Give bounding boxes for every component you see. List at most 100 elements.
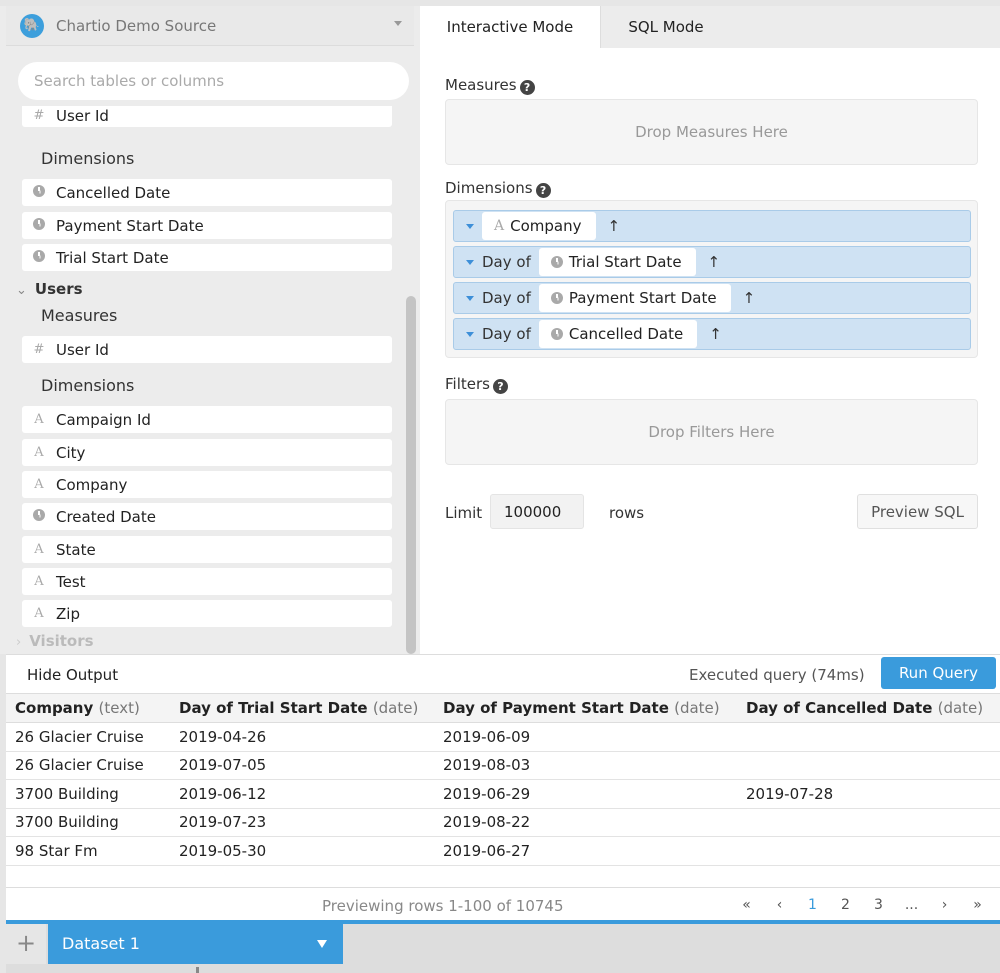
sort-ascending-icon[interactable]: ↑ xyxy=(743,289,756,307)
table-row: 3700 Building 2019-06-12 2019-06-29 2019… xyxy=(6,779,1000,809)
caret-down-icon[interactable] xyxy=(317,940,327,948)
date-granularity[interactable]: Day of xyxy=(482,325,531,343)
dimension-trial-start-date[interactable]: Day of Trial Start Date ↑ xyxy=(453,246,971,278)
dimensions-heading: Dimensions? xyxy=(445,179,551,198)
help-icon[interactable]: ? xyxy=(519,80,535,95)
table-row: 26 Glacier Cruise 2019-07-05 2019-08-03 xyxy=(6,751,1000,780)
add-dataset-button[interactable]: + xyxy=(6,924,46,964)
field-test[interactable]: A Test xyxy=(22,568,392,595)
dimension-field: Cancelled Date xyxy=(568,325,684,343)
field-label: Payment Start Date xyxy=(56,216,204,235)
tab-sql-mode[interactable]: SQL Mode xyxy=(601,6,731,48)
dimensions-title: Dimensions xyxy=(445,179,533,197)
date-granularity[interactable]: Day of xyxy=(482,253,531,271)
table-cell: 26 Glacier Cruise xyxy=(6,751,170,780)
field-cancelled-date[interactable]: Cancelled Date xyxy=(22,179,392,206)
last-page-button[interactable]: » xyxy=(961,897,994,913)
limit-input[interactable] xyxy=(490,494,584,529)
group-visitors[interactable]: › Visitors xyxy=(16,632,94,650)
help-icon[interactable]: ? xyxy=(492,379,508,394)
pagination: « ‹ 1 2 3 ... › » xyxy=(730,897,994,913)
sort-ascending-icon[interactable]: ↑ xyxy=(708,253,721,271)
caret-down-icon[interactable] xyxy=(466,295,474,301)
filters-heading: Filters? xyxy=(445,375,508,394)
data-source-panel: 🐘 Chartio Demo Source # User Id Dimensio… xyxy=(0,6,420,654)
page-ellipsis: ... xyxy=(904,897,919,913)
dimension-cancelled-date[interactable]: Day of Cancelled Date ↑ xyxy=(453,318,971,350)
dimension-pill[interactable]: A Company xyxy=(482,212,596,240)
field-city[interactable]: A City xyxy=(22,439,392,466)
help-icon[interactable]: ? xyxy=(535,183,551,198)
run-query-button[interactable]: Run Query xyxy=(881,657,996,689)
group-label: Visitors xyxy=(29,632,94,650)
field-user-id[interactable]: # User Id xyxy=(22,336,392,363)
dataset-tab[interactable]: Dataset 1 xyxy=(48,924,343,964)
tree-scrollbar[interactable] xyxy=(406,296,416,654)
tab-interactive-mode[interactable]: Interactive Mode xyxy=(420,6,601,48)
column-header[interactable]: Company (text) xyxy=(6,693,170,723)
clock-icon xyxy=(32,249,46,266)
field-label: User Id xyxy=(56,340,109,359)
dimension-pill[interactable]: Cancelled Date xyxy=(538,320,698,348)
group-label: Users xyxy=(34,280,83,298)
schema-tree: # User Id Dimensions Cancelled Date Paym… xyxy=(0,106,406,654)
dimension-pill[interactable]: Payment Start Date xyxy=(538,284,731,312)
field-label: Test xyxy=(56,572,86,591)
clock-icon xyxy=(32,184,46,201)
column-header[interactable]: Day of Cancelled Date (date) xyxy=(737,693,1000,723)
caret-down-icon[interactable] xyxy=(466,259,474,265)
field-user-id[interactable]: # User Id xyxy=(22,106,392,127)
first-page-button[interactable]: « xyxy=(730,897,763,913)
field-trial-start-date[interactable]: Trial Start Date xyxy=(22,244,392,271)
text-type-icon: A xyxy=(34,412,44,427)
table-cell: 3700 Building xyxy=(6,779,170,809)
search-input[interactable] xyxy=(18,62,409,100)
text-type-icon: A xyxy=(34,606,44,621)
measures-dropzone[interactable]: Drop Measures Here xyxy=(445,99,978,165)
dimension-payment-start-date[interactable]: Day of Payment Start Date ↑ xyxy=(453,282,971,314)
table-cell: 2019-06-12 xyxy=(170,779,434,809)
number-icon: # xyxy=(33,342,45,357)
page-1-button[interactable]: 1 xyxy=(796,897,829,913)
prev-page-button[interactable]: ‹ xyxy=(763,897,796,913)
field-zip[interactable]: A Zip xyxy=(22,600,392,627)
preview-sql-button[interactable]: Preview SQL xyxy=(857,494,978,529)
field-payment-start-date[interactable]: Payment Start Date xyxy=(22,212,392,239)
dimension-field: Payment Start Date xyxy=(568,289,717,307)
field-label: Campaign Id xyxy=(56,410,151,429)
table-cell xyxy=(737,751,1000,780)
field-company[interactable]: A Company xyxy=(22,471,392,498)
field-label: User Id xyxy=(56,106,109,125)
dataset-bar: + Dataset 1 xyxy=(6,920,1000,973)
data-source-select[interactable]: 🐘 Chartio Demo Source xyxy=(6,6,414,46)
field-label: Zip xyxy=(56,604,80,623)
hide-output-toggle[interactable]: Hide Output xyxy=(27,666,118,684)
caret-down-icon[interactable] xyxy=(466,331,474,337)
page-3-button[interactable]: 3 xyxy=(862,897,895,913)
sort-ascending-icon[interactable]: ↑ xyxy=(608,217,621,235)
next-page-button[interactable]: › xyxy=(928,897,961,913)
caret-down-icon[interactable] xyxy=(466,223,474,229)
table-cell: 2019-07-05 xyxy=(170,751,434,780)
date-granularity[interactable]: Day of xyxy=(482,289,531,307)
text-type-icon: A xyxy=(34,477,44,492)
clock-icon xyxy=(550,292,563,304)
column-header[interactable]: Day of Payment Start Date (date) xyxy=(434,693,737,723)
number-icon: # xyxy=(33,108,45,123)
table-cell: 2019-06-29 xyxy=(434,779,737,809)
limit-label: Limit xyxy=(445,504,483,522)
data-source-name: Chartio Demo Source xyxy=(56,16,217,35)
page-2-button[interactable]: 2 xyxy=(829,897,862,913)
dimension-field: Company xyxy=(510,217,582,235)
sort-ascending-icon[interactable]: ↑ xyxy=(709,325,722,343)
dimension-company[interactable]: A Company ↑ xyxy=(453,210,971,242)
field-state[interactable]: A State xyxy=(22,536,392,563)
filters-dropzone[interactable]: Drop Filters Here xyxy=(445,399,978,465)
group-users[interactable]: ⌄ Users xyxy=(16,280,83,298)
chevron-down-icon xyxy=(394,21,402,26)
field-label: Company xyxy=(56,475,128,494)
field-created-date[interactable]: Created Date xyxy=(22,503,392,530)
dimension-pill[interactable]: Trial Start Date xyxy=(538,248,696,276)
column-header[interactable]: Day of Trial Start Date (date) xyxy=(170,693,434,723)
field-campaign-id[interactable]: A Campaign Id xyxy=(22,406,392,433)
